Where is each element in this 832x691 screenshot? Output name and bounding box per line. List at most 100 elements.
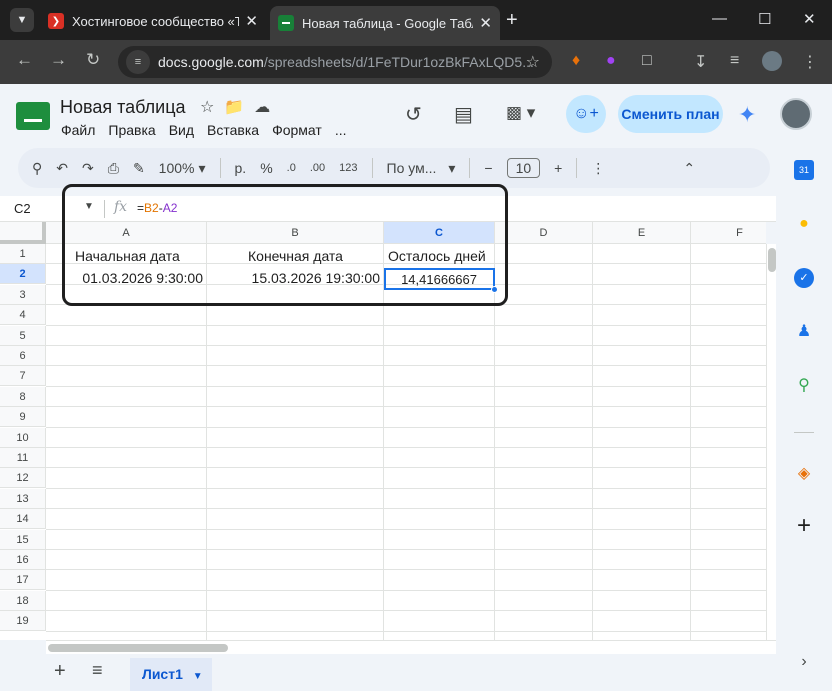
tab-search-chevron-icon[interactable]: ▼	[10, 8, 34, 32]
horizontal-scroll-thumb[interactable]	[48, 644, 228, 652]
row-header-8[interactable]: 8	[0, 386, 46, 407]
forward-arrow-icon[interactable]: →	[50, 50, 67, 70]
font-size-increase-icon[interactable]: +	[554, 160, 562, 176]
history-icon[interactable]: ↺	[405, 102, 422, 127]
name-box-dropdown-icon[interactable]: ▼	[84, 201, 94, 212]
vertical-scrollbar[interactable]	[766, 244, 776, 640]
row-header-14[interactable]: 14	[0, 509, 46, 530]
formula-input[interactable]: =B2-A2	[137, 201, 177, 215]
row-header-13[interactable]: 13	[0, 488, 46, 509]
all-sheets-menu-icon[interactable]: ≡	[92, 660, 103, 681]
document-title[interactable]: Новая таблица	[60, 97, 186, 118]
add-sheet-plus-icon[interactable]: +	[54, 660, 66, 683]
share-add-person-icon[interactable]: ☺+	[566, 95, 606, 133]
profile-avatar-icon[interactable]	[762, 51, 782, 71]
menu-view[interactable]: Вид	[169, 122, 194, 138]
row-header-3[interactable]: 3	[0, 284, 46, 305]
search-menus-icon[interactable]: ⚲	[32, 160, 42, 177]
menu-insert[interactable]: Вставка	[207, 122, 259, 138]
menu-edit[interactable]: Правка	[108, 122, 155, 138]
move-folder-icon[interactable]: 📁	[224, 99, 254, 116]
column-header-a[interactable]: A	[46, 222, 207, 244]
extensions-puzzle-icon[interactable]: □	[642, 52, 652, 70]
bookmark-star-icon[interactable]: ☆	[526, 52, 540, 72]
decrease-decimal-button[interactable]: .0	[287, 162, 296, 174]
download-icon[interactable]: ↧	[694, 52, 707, 72]
maximize-icon[interactable]: ☐	[758, 10, 771, 28]
metamask-extension-icon[interactable]: ♦	[572, 52, 580, 70]
font-size-input[interactable]: 10	[506, 158, 541, 178]
keep-bulb-icon[interactable]: ●	[794, 214, 814, 234]
menu-format[interactable]: Формат	[272, 122, 322, 138]
column-header-c[interactable]: C	[384, 222, 495, 244]
select-all-corner[interactable]	[0, 222, 46, 244]
menu-file[interactable]: Файл	[61, 122, 95, 138]
row-header-16[interactable]: 16	[0, 550, 46, 570]
minimize-icon[interactable]: —	[712, 10, 727, 27]
contacts-person-icon[interactable]: ♟	[794, 322, 814, 342]
browser-menu-icon[interactable]: ⋮	[802, 52, 818, 72]
office-addon-icon[interactable]: ◈	[794, 464, 814, 484]
star-icon[interactable]: ☆	[200, 99, 224, 116]
expand-panel-chevron-icon[interactable]: ›	[794, 652, 814, 672]
cell-b1[interactable]: Конечная дата	[245, 246, 346, 266]
percent-format-button[interactable]: %	[260, 160, 272, 176]
row-header-5[interactable]: 5	[0, 325, 46, 346]
undo-icon[interactable]: ↶	[56, 160, 68, 177]
more-toolbar-icon[interactable]: ⋮	[591, 160, 605, 177]
back-arrow-icon[interactable]: ←	[16, 50, 33, 70]
tasks-check-icon[interactable]: ✓	[794, 268, 814, 288]
column-header-b[interactable]: B	[207, 222, 384, 244]
row-header-2[interactable]: 2	[0, 264, 46, 285]
paint-format-icon[interactable]: ✎	[133, 160, 145, 177]
column-header-f[interactable]: F	[691, 222, 766, 244]
cell-b2[interactable]: 15.03.2026 19:30:00	[207, 268, 383, 288]
row-header-19[interactable]: 19	[0, 611, 46, 632]
row-header-11[interactable]: 11	[0, 448, 46, 468]
sheets-logo-icon[interactable]	[16, 102, 50, 130]
row-header-10[interactable]: 10	[0, 427, 46, 448]
more-formats-button[interactable]: 123	[339, 162, 357, 174]
zoom-select[interactable]: 100% ▾	[159, 160, 206, 177]
horizontal-scrollbar[interactable]	[46, 640, 776, 654]
media-control-icon[interactable]: ≡	[730, 52, 739, 70]
cell-a1[interactable]: Начальная дата	[72, 246, 183, 266]
row-header-4[interactable]: 4	[0, 305, 46, 326]
get-addons-plus-icon[interactable]: +	[794, 514, 814, 538]
maps-pin-icon[interactable]: ⚲	[794, 376, 814, 396]
sheet-tab-dropdown-icon[interactable]: ▼	[193, 671, 203, 682]
gemini-sparkle-icon[interactable]: ✦	[738, 102, 756, 128]
ghost-extension-icon[interactable]: ●	[606, 52, 616, 70]
close-window-icon[interactable]: ✕	[803, 10, 816, 28]
print-icon[interactable]: ⎙	[108, 160, 119, 177]
row-header-7[interactable]: 7	[0, 366, 46, 387]
fill-handle[interactable]	[491, 286, 498, 293]
redo-icon[interactable]: ↷	[82, 160, 94, 177]
account-avatar[interactable]	[780, 98, 812, 130]
comments-icon[interactable]: ▤	[454, 102, 473, 127]
cell-c1[interactable]: Осталось дней	[385, 246, 489, 266]
increase-decimal-button[interactable]: .00	[310, 162, 325, 174]
menu-more[interactable]: ...	[335, 122, 347, 138]
font-family-select[interactable]: По ум... ▾	[387, 160, 456, 177]
tab-google-sheets[interactable]: Новая таблица - Google Табли ✕	[270, 6, 500, 40]
reload-icon[interactable]: ↻	[86, 50, 100, 70]
cloud-status-icon[interactable]: ☁	[254, 99, 280, 116]
column-header-d[interactable]: D	[495, 222, 593, 244]
meet-camera-icon[interactable]: ▩ ▾	[506, 103, 535, 123]
font-size-decrease-icon[interactable]: −	[484, 160, 492, 176]
name-box[interactable]: C2	[14, 201, 31, 216]
vertical-scroll-thumb[interactable]	[768, 248, 776, 272]
row-header-6[interactable]: 6	[0, 346, 46, 366]
active-cell-selection[interactable]	[384, 268, 498, 293]
row-header-18[interactable]: 18	[0, 590, 46, 611]
column-header-e[interactable]: E	[593, 222, 691, 244]
cell-a2[interactable]: 01.03.2026 9:30:00	[46, 268, 206, 288]
address-bar[interactable]: ≡ docs.google.com /spreadsheets/d/1FeTDu…	[118, 46, 552, 78]
row-header-15[interactable]: 15	[0, 529, 46, 550]
row-header-17[interactable]: 17	[0, 570, 46, 591]
row-header-12[interactable]: 12	[0, 468, 46, 489]
tab-hosting-community[interactable]: ❯ Хостинговое сообщество «Tim ✕	[40, 6, 266, 36]
close-tab-icon[interactable]: ✕	[245, 12, 258, 30]
calendar-icon[interactable]: 31	[794, 160, 814, 180]
